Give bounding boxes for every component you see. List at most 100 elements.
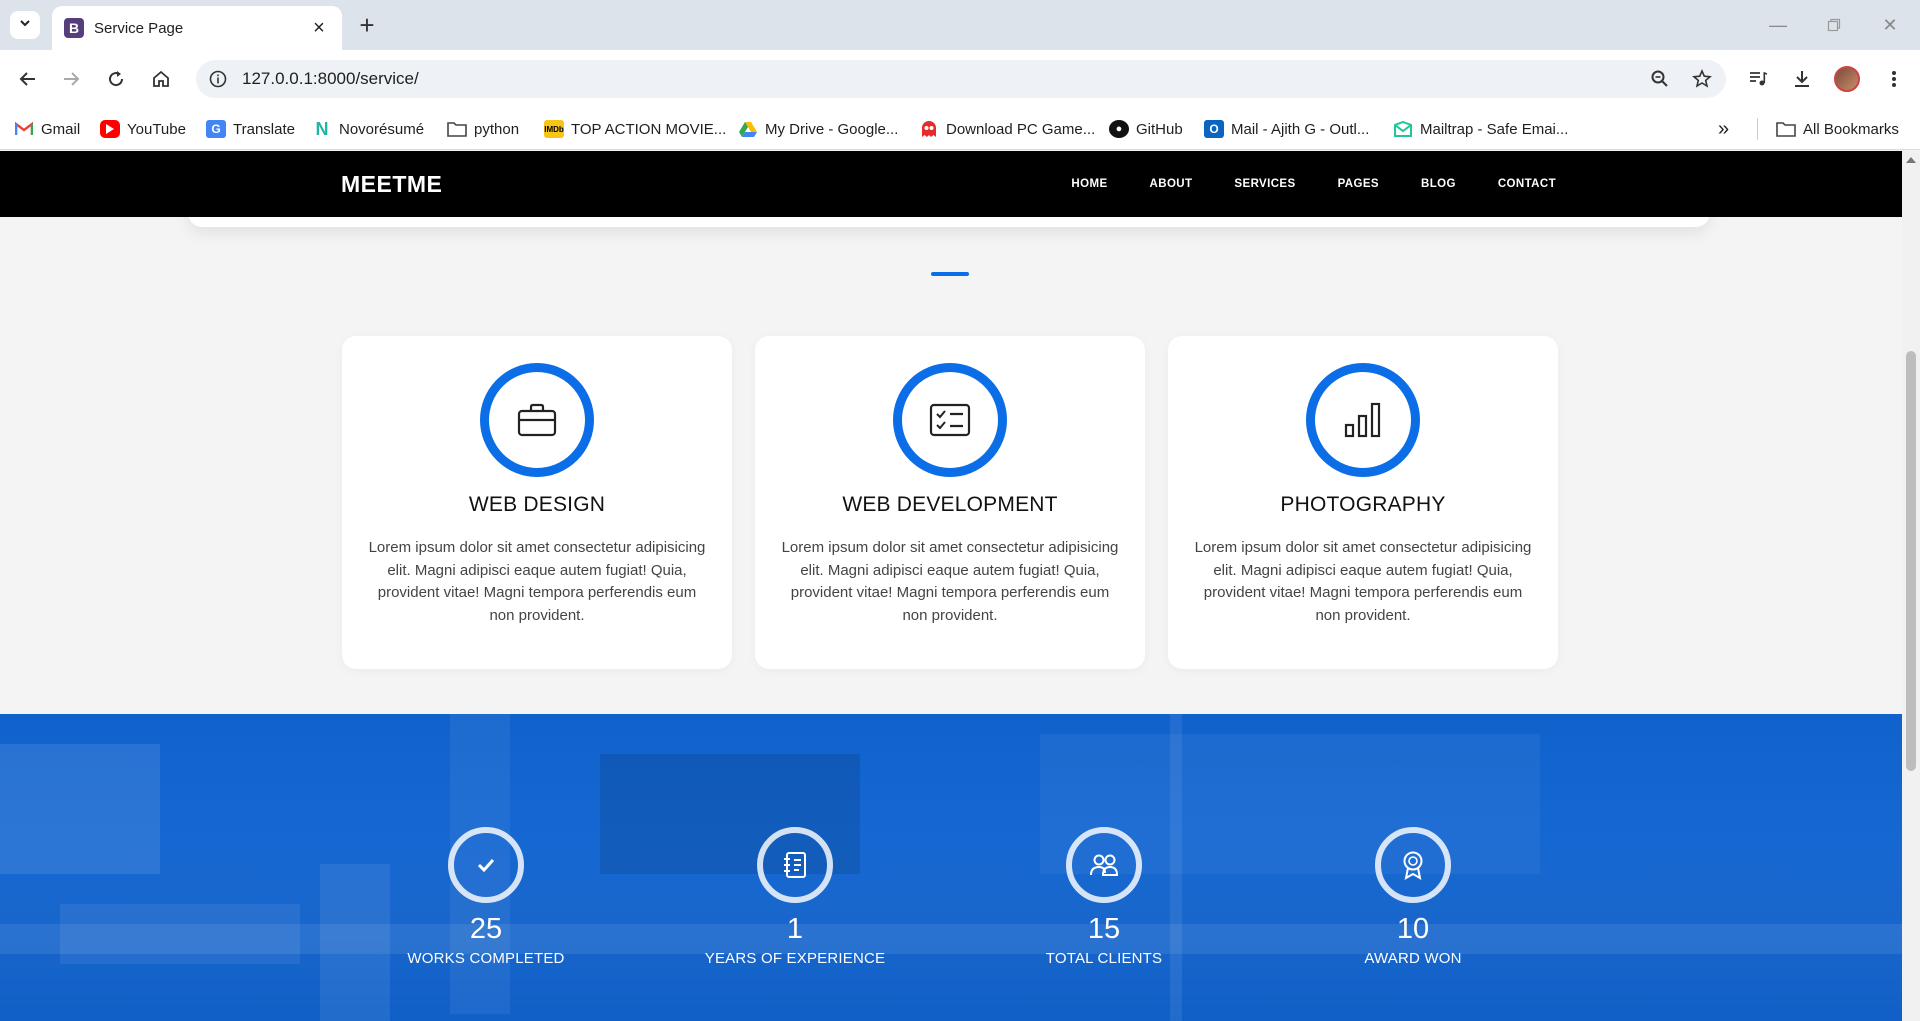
youtube-icon bbox=[100, 120, 120, 138]
service-card-photography: PHOTOGRAPHY Lorem ipsum dolor sit amet c… bbox=[1168, 336, 1558, 669]
service-card-web-design: WEB DESIGN Lorem ipsum dolor sit amet co… bbox=[342, 336, 732, 669]
translate-icon: G bbox=[206, 120, 226, 138]
bookmark-outlook[interactable]: O Mail - Ajith G - Outl... bbox=[1204, 117, 1369, 141]
service-description: Lorem ipsum dolor sit amet consectetur a… bbox=[1194, 539, 1532, 624]
window-close-icon[interactable]: ✕ bbox=[1870, 10, 1910, 40]
award-icon bbox=[1403, 851, 1423, 880]
nav-link-services[interactable]: SERVICES bbox=[1234, 178, 1295, 190]
site-navbar: MEETME HOME ABOUT SERVICES PAGES BLOG CO… bbox=[0, 151, 1902, 217]
bookmark-label: GitHub bbox=[1136, 120, 1183, 138]
stat-number: 1 bbox=[786, 913, 804, 945]
download-icon[interactable] bbox=[1786, 63, 1818, 95]
imdb-icon: IMDb bbox=[544, 120, 564, 138]
address-bar[interactable]: 127.0.0.1:8000/service/ bbox=[196, 60, 1726, 98]
bookmarks-overflow-icon[interactable]: » bbox=[1718, 117, 1729, 141]
service-card-web-development: WEB DEVELOPMENT Lorem ipsum dolor sit am… bbox=[755, 336, 1145, 669]
journal-icon bbox=[784, 852, 806, 878]
stat-icon-ring bbox=[757, 827, 833, 903]
menu-kebab-icon[interactable] bbox=[1878, 63, 1910, 95]
folder-icon bbox=[1776, 120, 1796, 138]
reload-button[interactable] bbox=[100, 63, 132, 95]
url-text[interactable]: 127.0.0.1:8000/service/ bbox=[242, 69, 1642, 89]
scrollbar-thumb[interactable] bbox=[1906, 351, 1916, 771]
bookmark-github[interactable]: ● GitHub bbox=[1109, 117, 1183, 141]
scroll-up-arrow-icon[interactable] bbox=[1906, 157, 1916, 163]
page-scrollbar[interactable] bbox=[1902, 151, 1920, 1021]
novoresume-icon: N bbox=[315, 118, 329, 139]
github-icon: ● bbox=[1109, 120, 1129, 138]
drive-icon bbox=[738, 120, 758, 138]
service-icon-ring bbox=[480, 363, 594, 477]
browser-tab-active[interactable]: B Service Page × bbox=[52, 6, 342, 50]
stat-label: AWARD WON bbox=[1364, 950, 1462, 967]
forward-button[interactable] bbox=[55, 63, 87, 95]
profile-avatar[interactable] bbox=[1831, 63, 1863, 95]
restore-icon[interactable] bbox=[1814, 10, 1854, 40]
nav-link-home[interactable]: HOME bbox=[1071, 178, 1107, 190]
services-cards: WEB DESIGN Lorem ipsum dolor sit amet co… bbox=[342, 336, 1558, 669]
gmail-icon bbox=[14, 120, 34, 138]
bookmark-gmail[interactable]: Gmail bbox=[14, 117, 80, 141]
service-description: Lorem ipsum dolor sit amet consectetur a… bbox=[781, 539, 1119, 624]
reload-icon bbox=[109, 71, 124, 87]
stat-icon-ring bbox=[1375, 827, 1451, 903]
tab-title: Service Page bbox=[94, 19, 184, 37]
tab-search-button[interactable] bbox=[10, 11, 40, 39]
browser-toolbar: 127.0.0.1:8000/service/ bbox=[0, 50, 1920, 108]
service-icon-ring bbox=[893, 363, 1007, 477]
ghost-icon bbox=[919, 120, 939, 138]
bookmark-label: YouTube bbox=[127, 120, 186, 138]
bookmark-label: Download PC Game... bbox=[946, 120, 1096, 138]
background-keyboard-shape bbox=[60, 904, 300, 964]
zoom-icon[interactable] bbox=[1642, 61, 1678, 97]
minimize-icon[interactable]: — bbox=[1758, 10, 1798, 40]
stat-label: TOTAL CLIENTS bbox=[1045, 950, 1163, 967]
all-bookmarks-label: All Bookmarks bbox=[1803, 120, 1899, 138]
bookmarks-bar: Gmail YouTube G Translate N Novorésumé p… bbox=[0, 108, 1920, 150]
nav-link-blog[interactable]: BLOG bbox=[1421, 178, 1456, 190]
briefcase-icon bbox=[517, 403, 557, 437]
bookmark-python-folder[interactable]: python bbox=[447, 117, 519, 141]
bookmark-drive[interactable]: My Drive - Google... bbox=[738, 117, 898, 141]
stat-icon-ring bbox=[448, 827, 524, 903]
chevron-down-icon bbox=[18, 16, 32, 35]
bookmark-label: TOP ACTION MOVIE... bbox=[571, 120, 727, 138]
nav-link-about[interactable]: ABOUT bbox=[1150, 178, 1193, 190]
tab-close-icon[interactable]: × bbox=[308, 17, 330, 40]
stat-award-won: 10 AWARD WON bbox=[1293, 714, 1533, 967]
bookmark-translate[interactable]: G Translate bbox=[206, 117, 295, 141]
new-tab-button[interactable]: + bbox=[352, 10, 382, 40]
bookmark-pc-games[interactable]: Download PC Game... bbox=[919, 117, 1095, 141]
bookmark-label: Mailtrap - Safe Emai... bbox=[1420, 120, 1569, 138]
stats-section: 25 WORKS COMPLETED 1 YEARS OF EXPERIENCE… bbox=[0, 714, 1902, 1021]
back-button[interactable] bbox=[12, 63, 44, 95]
stat-number: 25 bbox=[469, 913, 503, 945]
service-icon-ring bbox=[1306, 363, 1420, 477]
service-title: PHOTOGRAPHY bbox=[1280, 493, 1446, 516]
stat-label: YEARS OF EXPERIENCE bbox=[704, 950, 886, 967]
stat-number: 15 bbox=[1087, 913, 1121, 945]
bookmark-imdb[interactable]: IMDb TOP ACTION MOVIE... bbox=[544, 117, 726, 141]
bookmark-mailtrap[interactable]: Mailtrap - Safe Emai... bbox=[1393, 117, 1568, 141]
background-monitor-shape bbox=[0, 744, 160, 874]
bookmarks-divider bbox=[1757, 118, 1758, 140]
star-icon[interactable] bbox=[1684, 61, 1720, 97]
stat-years-of-experience: 1 YEARS OF EXPERIENCE bbox=[675, 714, 915, 967]
stat-total-clients: 15 TOTAL CLIENTS bbox=[984, 714, 1224, 967]
bootstrap-favicon-icon: B bbox=[64, 18, 84, 38]
media-control-icon[interactable] bbox=[1742, 63, 1774, 95]
service-title: WEB DEVELOPMENT bbox=[842, 493, 1058, 516]
stat-icon-ring bbox=[1066, 827, 1142, 903]
bar-chart-icon bbox=[1344, 402, 1381, 438]
outlook-icon: O bbox=[1204, 120, 1224, 138]
nav-link-pages[interactable]: PAGES bbox=[1338, 178, 1379, 190]
site-info-icon[interactable] bbox=[202, 63, 234, 95]
bookmark-youtube[interactable]: YouTube bbox=[100, 117, 186, 141]
bookmark-novoresume[interactable]: N Novorésumé bbox=[312, 117, 425, 141]
all-bookmarks-button[interactable]: All Bookmarks bbox=[1776, 117, 1899, 141]
browser-tab-bar: B Service Page × + — ✕ bbox=[0, 0, 1920, 50]
home-button[interactable] bbox=[145, 63, 177, 95]
arrow-right-icon bbox=[64, 72, 80, 86]
site-brand-logo[interactable]: MEETME bbox=[341, 171, 442, 198]
nav-link-contact[interactable]: CONTACT bbox=[1498, 178, 1556, 190]
